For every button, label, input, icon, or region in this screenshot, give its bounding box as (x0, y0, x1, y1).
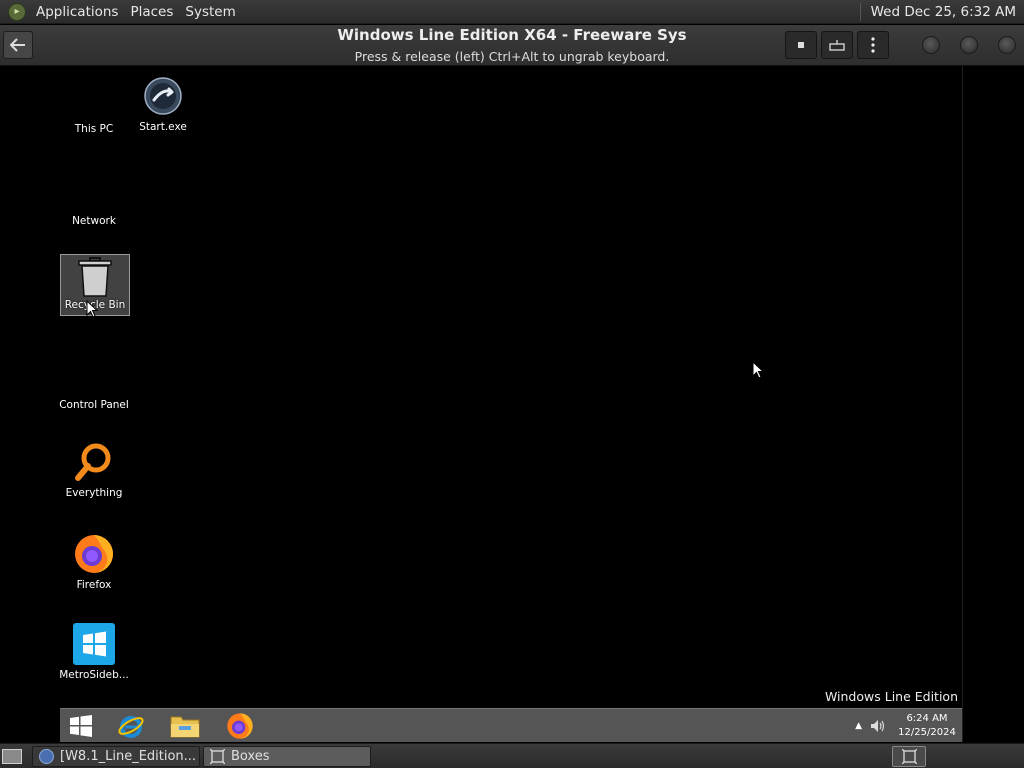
desktop-icon-label: Start.exe (139, 121, 187, 133)
desktop-icon-control-panel[interactable]: Control Panel (59, 352, 129, 418)
edition-watermark: Windows Line Edition (824, 689, 958, 704)
keyboard-button[interactable] (821, 31, 853, 59)
start-button[interactable] (62, 711, 100, 741)
task-label: [W8.1_Line_Edition... (60, 749, 197, 764)
desktop-icon-network[interactable]: Network (59, 168, 129, 234)
desktop-icon-label: Everything (65, 487, 123, 499)
desktop-icon-everything[interactable]: Everything (59, 440, 129, 506)
taskbar-clock-time: 6:24 AM (906, 713, 948, 724)
panel-clock[interactable]: Wed Dec 25, 6:32 AM (859, 2, 1024, 21)
this-pc-icon (72, 76, 116, 120)
firefox-icon (72, 532, 116, 576)
system-tray: ▲ 6:24 AM 12/25/2024 (855, 709, 962, 743)
taskbar-pin-explorer[interactable] (166, 711, 204, 741)
start-exe-icon (141, 74, 185, 118)
network-icon (72, 168, 116, 212)
desktop-icon-label: MetroSideb... (59, 669, 129, 681)
workspace-icon (901, 749, 917, 764)
show-desktop-button[interactable] (0, 746, 26, 767)
maximize-button[interactable] (960, 36, 978, 54)
taskbar-pin-firefox[interactable] (221, 711, 259, 741)
mouse-pointer-icon (752, 361, 764, 379)
top-panel: ▸ Applications Places System Wed Dec 25,… (0, 0, 1024, 24)
taskbar-window-boxes[interactable]: Boxes (203, 746, 371, 767)
desktop-icon-label: Control Panel (59, 399, 129, 411)
boxes-headerbar: Windows Line Edition X64 - Freeware Sys … (0, 25, 1024, 66)
workspace-switcher[interactable] (892, 746, 926, 767)
taskbar-window-vm-manager[interactable]: [W8.1_Line_Edition... (32, 746, 200, 767)
menu-button[interactable] (857, 31, 889, 59)
internet-explorer-icon (118, 716, 144, 738)
windows-taskbar: ▲ 6:24 AM 12/25/2024 (60, 708, 962, 742)
kebab-menu-icon (871, 37, 875, 53)
gnome-foot-icon[interactable]: ▸ (8, 2, 26, 21)
tray-overflow-chevron-icon[interactable]: ▲ (855, 721, 862, 731)
bottom-panel: [W8.1_Line_Edition... Boxes (0, 743, 1024, 768)
panel-menu: ▸ Applications Places System (0, 0, 246, 24)
vm-display[interactable]: This PC Start.exe Network Recycle Bin Co… (0, 66, 962, 742)
desktop-icon-label: Network (72, 215, 116, 227)
places-menu[interactable]: Places (124, 4, 179, 20)
desktop-icon-firefox[interactable]: Firefox (59, 532, 129, 598)
stop-button[interactable] (785, 31, 817, 59)
control-panel-icon (72, 352, 116, 396)
desktop-icon-label: This PC (74, 123, 114, 135)
task-label: Boxes (231, 749, 270, 764)
close-button[interactable] (998, 36, 1016, 54)
desktop-icon-this-pc[interactable]: This PC (59, 76, 129, 142)
keyboard-icon (829, 40, 845, 51)
desktop-icon-label: Firefox (76, 579, 112, 591)
taskbar-clock-date: 12/25/2024 (898, 727, 956, 738)
file-explorer-icon (170, 716, 200, 738)
desktop-icon-metro-sidebar[interactable]: MetroSideb... (59, 622, 129, 688)
volume-icon[interactable] (870, 719, 886, 733)
stop-icon (798, 42, 804, 48)
show-desktop-icon (2, 749, 22, 764)
boxes-window-icon (210, 749, 225, 764)
recycle-bin-icon (73, 255, 117, 299)
metro-sidebar-icon (72, 622, 116, 666)
vm-display-edge (962, 66, 963, 742)
desktop-icon-start-exe[interactable]: Start.exe (128, 74, 198, 140)
taskbar-clock[interactable]: 6:24 AM 12/25/2024 (892, 712, 962, 740)
everything-search-icon (72, 440, 116, 484)
mouse-pointer-icon (86, 300, 98, 318)
system-menu[interactable]: System (179, 4, 241, 20)
windows-start-icon (70, 715, 92, 737)
minimize-button[interactable] (922, 36, 940, 54)
boxes-app-icon (39, 749, 54, 764)
taskbar-pin-ie[interactable] (112, 711, 150, 741)
applications-menu[interactable]: Applications (30, 4, 124, 20)
firefox-icon (227, 713, 253, 739)
